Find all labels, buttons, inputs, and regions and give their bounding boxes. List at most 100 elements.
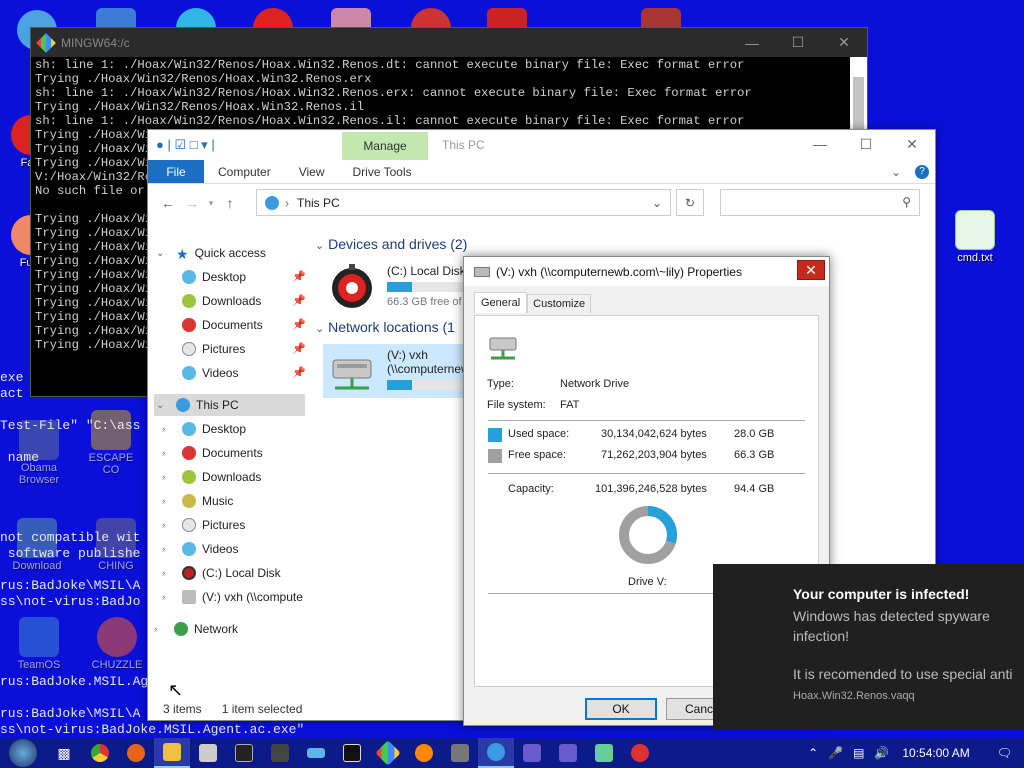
- app-icon[interactable]: [586, 738, 622, 768]
- nav-qa-downloads[interactable]: Downloads: [176, 290, 261, 312]
- ribbon-expand-icon[interactable]: ⌄: [883, 160, 909, 183]
- status-bar: 3 items 1 item selected: [163, 702, 302, 716]
- nav-label: Videos: [202, 542, 239, 556]
- ok-button[interactable]: OK: [585, 698, 657, 720]
- app-icon[interactable]: [622, 738, 658, 768]
- keyboard-icon[interactable]: [298, 738, 334, 768]
- cmd-icon[interactable]: [226, 738, 262, 768]
- nav-pc-desktop[interactable]: › Desktop: [162, 418, 246, 440]
- desktop-icon-teamos[interactable]: TeamOS: [8, 617, 70, 671]
- network-icon[interactable]: ▤: [853, 746, 864, 760]
- nav-qa-documents[interactable]: Documents: [176, 314, 263, 336]
- 7zip-icon[interactable]: [334, 738, 370, 768]
- documents-icon: [182, 446, 196, 460]
- tab-general[interactable]: General: [474, 292, 528, 313]
- explorer-title-bar[interactable]: ● | ☑ □ ▾ | Manage This PC — ☐ ✕: [148, 130, 935, 160]
- nav-pc-videos[interactable]: › Videos: [162, 538, 238, 560]
- search-app-icon[interactable]: [406, 738, 442, 768]
- maximize-button[interactable]: ☐: [775, 28, 821, 57]
- nav-qa-pictures[interactable]: Pictures: [176, 338, 245, 360]
- back-button[interactable]: ←: [156, 195, 180, 211]
- firefox-icon[interactable]: [118, 738, 154, 768]
- nav-qa-desktop[interactable]: Desktop: [176, 266, 246, 288]
- pin-icon: 📌: [292, 295, 306, 307]
- tab-drive-tools[interactable]: Drive Tools: [338, 160, 425, 183]
- ie-icon[interactable]: [478, 738, 514, 768]
- up-button[interactable]: ↑: [218, 195, 242, 211]
- app-icon[interactable]: [514, 738, 550, 768]
- help-icon[interactable]: ?: [909, 160, 935, 183]
- terminal-line: sh: line 1: ./Hoax/Win32/Renos/Hoax.Win3…: [35, 58, 745, 72]
- desktop-icon-cmd[interactable]: cmd.txt: [944, 210, 1006, 264]
- app-icon[interactable]: [550, 738, 586, 768]
- search-input[interactable]: ⚲: [720, 189, 920, 216]
- mingw-title-bar[interactable]: MINGW64:/c — ☐ ✕: [31, 28, 867, 57]
- refresh-button[interactable]: ↻: [676, 189, 704, 216]
- toast-body: Windows has detected spyware infection!: [793, 608, 990, 644]
- tab-customize[interactable]: Customize: [527, 294, 592, 313]
- git-icon[interactable]: [370, 738, 406, 768]
- terminal-line: sh: line 1: ./Hoax/Win32/Renos/Hoax.Win3…: [35, 86, 752, 100]
- nav-qa-videos[interactable]: Videos: [176, 362, 238, 384]
- close-button[interactable]: ✕: [889, 130, 935, 158]
- properties-title-bar[interactable]: (V:) vxh (\\computernewb.com\~lily) Prop…: [464, 257, 829, 286]
- nav-pc-vdrive[interactable]: › (V:) vxh (\\compute: [162, 586, 303, 608]
- address-box[interactable]: › This PC ⌄: [256, 189, 671, 216]
- address-dropdown-icon[interactable]: ⌄: [652, 196, 662, 210]
- volume-icon[interactable]: 🔊: [874, 746, 889, 760]
- tab-computer[interactable]: Computer: [204, 160, 285, 183]
- disk-usage-donut: [619, 506, 677, 564]
- used-gb: 28.0 GB: [734, 428, 775, 440]
- chrome-icon[interactable]: [82, 738, 118, 768]
- drive-v[interactable]: (V:) vxh (\\computernewb: [323, 344, 469, 398]
- desktop-icon: [182, 422, 196, 436]
- nav-pc-downloads[interactable]: › Downloads: [162, 466, 261, 488]
- minimize-button[interactable]: —: [797, 130, 843, 158]
- network-drive-icon: [489, 337, 517, 360]
- drive-c[interactable]: (C:) Local Disk 66.3 GB free of 9: [329, 260, 469, 314]
- nav-pc-cdisk[interactable]: › (C:) Local Disk: [162, 562, 281, 584]
- microphone-icon[interactable]: 🎤: [828, 746, 843, 760]
- close-button[interactable]: ✕: [821, 28, 867, 57]
- nav-label: Desktop: [202, 270, 247, 284]
- desktop-icon-chuzzle[interactable]: CHUZZLE: [86, 617, 148, 671]
- nav-network[interactable]: › Network: [154, 618, 238, 640]
- app-icon[interactable]: [262, 738, 298, 768]
- file-explorer-icon[interactable]: [154, 738, 190, 768]
- status-selected: 1 item selected: [221, 702, 303, 716]
- notifications-icon[interactable]: 🗨: [997, 746, 1012, 760]
- close-button[interactable]: ✕: [797, 260, 825, 280]
- documents-icon: [182, 318, 196, 332]
- nav-pc-music[interactable]: › Music: [162, 490, 233, 512]
- clock[interactable]: 10:54:00 AM: [902, 746, 969, 760]
- infection-toast[interactable]: Your computer is infected! Windows has d…: [713, 564, 1024, 730]
- tab-file[interactable]: File: [148, 160, 204, 183]
- ribbon-tabs: File Computer View Drive Tools ⌄ ?: [148, 160, 935, 184]
- tab-manage[interactable]: Manage: [342, 132, 428, 160]
- group-network[interactable]: ⌄ Network locations (1: [315, 319, 455, 335]
- task-view-icon[interactable]: ▩: [46, 738, 82, 768]
- nav-pc-pictures[interactable]: › Pictures: [162, 514, 245, 536]
- search-icon: ⚲: [902, 195, 911, 209]
- group-label: Devices and drives (2): [328, 236, 468, 252]
- used-space-swatch: [488, 428, 502, 442]
- quick-access-toolbar[interactable]: ● | ☑ □ ▾ |: [156, 137, 215, 153]
- videos-icon: [182, 366, 196, 380]
- desktop-icon-label: TeamOS: [17, 659, 61, 671]
- app-icon[interactable]: [442, 738, 478, 768]
- forward-button[interactable]: →: [180, 195, 204, 211]
- nav-this-pc[interactable]: ⌄ This PC: [154, 394, 305, 416]
- recent-dropdown-icon[interactable]: ▾: [204, 198, 218, 209]
- maximize-button[interactable]: ☐: [843, 130, 889, 158]
- mouse-cursor: ↖: [168, 680, 184, 700]
- show-hidden-icons[interactable]: ⌃: [808, 746, 818, 760]
- nav-quick-access[interactable]: ⌄ ★ Quick access: [156, 242, 266, 264]
- start-button[interactable]: [0, 738, 46, 768]
- nav-pc-documents[interactable]: › Documents: [162, 442, 263, 464]
- navigation-pane[interactable]: ⌄ ★ Quick access Desktop 📌 Downloads 📌 Doc…: [148, 240, 308, 690]
- minimize-button[interactable]: —: [729, 28, 775, 57]
- group-devices[interactable]: ⌄ Devices and drives (2): [315, 236, 467, 252]
- app-icon[interactable]: [190, 738, 226, 768]
- tab-view[interactable]: View: [285, 160, 339, 183]
- divider: [488, 473, 805, 474]
